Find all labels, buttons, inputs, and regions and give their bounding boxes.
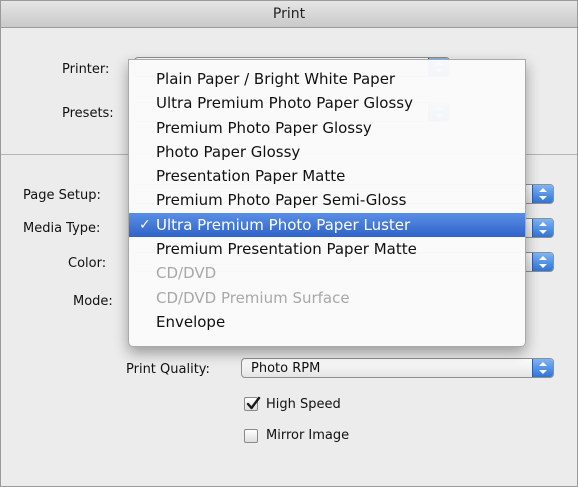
media-type-option[interactable]: Plain Paper / Bright White Paper	[129, 67, 525, 91]
media-type-option-label: CD/DVD	[156, 264, 217, 283]
media-type-option-label: Plain Paper / Bright White Paper	[156, 70, 396, 88]
page-setup-popup-arrows	[532, 185, 553, 203]
print-quality-popup[interactable]: Photo RPM	[241, 358, 554, 378]
media-type-option-label: Ultra Premium Photo Paper Glossy	[156, 94, 413, 113]
media-type-option-label: Presentation Paper Matte	[156, 167, 346, 186]
page-setup-label: Page Setup:	[23, 188, 101, 203]
print-quality-value: Photo RPM	[251, 361, 321, 376]
mode-label: Mode:	[73, 294, 113, 309]
color-label: Color:	[68, 256, 107, 271]
media-type-option-label: Envelope	[156, 312, 226, 331]
media-type-option: CD/DVD	[129, 261, 525, 285]
print-dialog: Print Printer: Presets: Page Setup: Medi…	[0, 0, 578, 487]
media-type-option-label: CD/DVD Premium Surface	[156, 288, 350, 307]
media-type-option-label: Ultra Premium Photo Paper Luster	[156, 215, 411, 234]
media-type-label: Media Type:	[23, 221, 101, 236]
presets-label: Presets:	[62, 106, 114, 121]
color-popup-arrows	[532, 253, 553, 271]
up-down-arrows-icon	[539, 256, 547, 268]
media-type-option-label: Premium Photo Paper Semi-Gloss	[156, 191, 407, 210]
up-down-arrows-icon	[539, 188, 547, 200]
media-type-option-label: Premium Presentation Paper Matte	[156, 240, 417, 259]
mirror-image-label[interactable]: Mirror Image	[266, 428, 349, 443]
up-down-arrows-icon	[539, 222, 547, 234]
print-quality-popup-arrows	[532, 359, 553, 377]
mirror-image-checkbox[interactable]	[244, 429, 258, 443]
up-down-arrows-icon	[539, 362, 547, 374]
checkmark-icon: ✓	[139, 216, 151, 233]
media-type-option[interactable]: Ultra Premium Photo Paper Glossy	[129, 91, 525, 115]
media-type-option[interactable]: Envelope	[129, 310, 525, 334]
media-type-option[interactable]: Premium Presentation Paper Matte	[129, 237, 525, 261]
printer-label: Printer:	[62, 62, 110, 77]
print-quality-label: Print Quality:	[126, 362, 210, 377]
media-type-option[interactable]: Photo Paper Glossy	[129, 140, 525, 164]
media-type-option[interactable]: Presentation Paper Matte	[129, 164, 525, 188]
media-type-option[interactable]: ✓ Ultra Premium Photo Paper Luster	[129, 212, 525, 238]
media-type-option[interactable]: Premium Photo Paper Semi-Gloss	[129, 188, 525, 212]
media-type-option-label: Photo Paper Glossy	[156, 142, 301, 161]
media-type-popup-arrows	[532, 219, 553, 237]
media-type-option: CD/DVD Premium Surface	[129, 286, 525, 310]
high-speed-label[interactable]: High Speed	[266, 397, 341, 412]
checkmark-icon	[246, 396, 261, 410]
high-speed-checkbox[interactable]	[244, 396, 261, 411]
media-type-menu: Plain Paper / Bright White Paper Ultra Pr…	[128, 59, 526, 347]
media-type-option[interactable]: Premium Photo Paper Glossy	[129, 116, 525, 140]
media-type-option-label: Premium Photo Paper Glossy	[156, 118, 372, 137]
dialog-title: Print	[1, 1, 577, 28]
